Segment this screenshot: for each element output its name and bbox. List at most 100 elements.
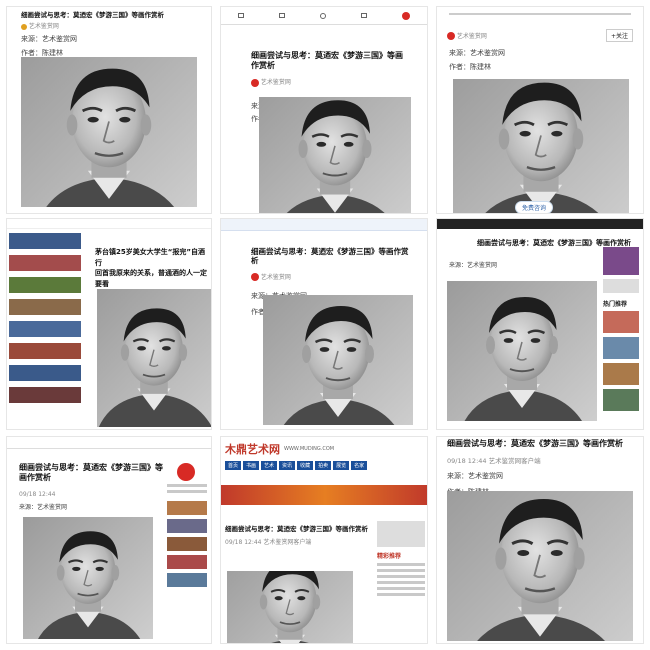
publisher-line: 艺术鉴赏网 [221,268,427,286]
video-icon[interactable] [279,13,286,18]
author-line: 作者：陈建林 [449,63,491,71]
publisher-name[interactable]: 艺术鉴赏网 [29,23,59,30]
news-thumb[interactable] [9,387,81,403]
brand-logo-icon[interactable] [177,462,195,481]
news-thumb[interactable] [167,518,207,533]
news-thumb[interactable] [167,554,207,569]
right-sidebar: 精彩推荐 [377,521,425,599]
divider [377,581,425,584]
nav-link[interactable]: 收藏 [297,461,314,470]
source-line: 来源：艺术鉴赏网 [447,472,503,480]
publisher-name[interactable]: 艺术鉴赏网 [261,79,291,86]
article-title: 细画尝试与思考：莫迺宏《梦游三国》等画作赏析 [225,525,368,533]
divider [377,575,425,578]
divider [167,483,207,487]
sidebar-heading: 热门推荐 [603,301,628,308]
nav-link[interactable]: 拍卖 [315,461,332,470]
site-url: WWW.MUDING.COM [284,446,335,452]
portrait-photo [447,491,633,641]
publisher-line: 艺术鉴赏网 [221,73,427,91]
site-logo[interactable]: 木鼎艺术网 [225,441,280,457]
news-thumb[interactable] [603,337,639,359]
portrait-photo [453,79,629,213]
news-thumb[interactable] [167,500,207,515]
time-line: 09/18 12:44 艺术鉴赏网客户端 [447,457,541,465]
title-line-2: 画作赏析 [19,473,51,482]
promo-line-1: 茅台镇25岁美女大学生“报完”自酒行 [95,248,205,267]
nav-link[interactable]: 艺术 [261,461,278,470]
publisher-avatar [251,78,259,87]
source-line: 来源：艺术鉴赏网 [449,49,505,57]
article-title: 细画尝试与思考：莫迺宏《梦游三国》等画作赏析 [21,11,164,19]
ad-thumb[interactable] [603,279,639,293]
portrait-photo [259,97,411,213]
nav-link[interactable]: 书画 [243,461,260,470]
nav-link[interactable]: 资讯 [279,461,296,470]
news-thumb[interactable] [603,311,639,333]
top-nav [7,219,211,229]
right-sidebar: 热门推荐 [603,247,639,411]
news-thumb[interactable] [9,277,81,293]
portrait-photo [447,281,597,421]
publisher-row: 艺术鉴赏网 +关注 [437,15,643,42]
news-portal-tile-6: 细画尝试与思考：莫迺宏《梦游三国》等画作赏析 来源：艺术鉴赏网 热门推荐 [436,218,644,430]
nav-link[interactable]: 首页 [225,461,242,470]
portrait-photo [97,289,211,427]
time-line: 09/18 12:44 艺术鉴赏网客户端 [225,539,312,546]
banner-ad[interactable] [221,485,427,505]
promo-headline[interactable]: 茅台镇25岁美女大学生“报完”自酒行 回首我原来的关系，普通酒的人一定要看 [95,247,209,289]
publisher-line: 艺术鉴赏网 [7,21,211,30]
right-sidebar [167,461,207,587]
top-nav-bar [437,219,643,229]
article-title: 细画尝试与思考：莫迺宏《梦游三国》等画作赏析 [447,439,623,448]
nav-link[interactable]: 名家 [351,461,368,470]
divider [377,563,425,566]
portrait-photo [23,517,153,639]
news-thumb[interactable] [9,321,81,337]
article-page-tile-9: 细画尝试与思考：莫迺宏《梦游三国》等画作赏析 09/18 12:44 艺术鉴赏网… [436,436,644,644]
news-thumb[interactable] [9,299,81,315]
news-thumb[interactable] [9,365,81,381]
source-line: 来源：艺术鉴赏网 [21,35,77,44]
divider [377,593,425,596]
news-thumb[interactable] [167,536,207,551]
nav-link[interactable]: 展览 [333,461,350,470]
settings-icon[interactable] [319,12,326,19]
site-nav: 首页 书画 艺术 资讯 收藏 拍卖 展览 名家 [221,461,427,470]
news-portal-tile-4: 茅台镇25岁美女大学生“报完”自酒行 回首我原来的关系，普通酒的人一定要看 [6,218,212,430]
article-title: 细画尝试与思考：莫迺宏《梦游三国》等画作赏析 [251,51,403,70]
publisher-name[interactable]: 艺术鉴赏网 [261,274,291,281]
top-nav [7,437,211,449]
brand-logo-icon[interactable] [401,11,410,20]
ad-thumb[interactable] [377,521,425,547]
article-page-tile-3: 艺术鉴赏网 +关注 来源：艺术鉴赏网 作者：陈建林 免费咨询 [436,6,644,214]
portrait-photo [21,57,197,207]
sidebar-heading: 精彩推荐 [377,553,402,560]
portrait-photo [227,571,353,643]
publisher-name[interactable]: 艺术鉴赏网 [457,33,487,40]
mail-icon[interactable] [360,13,367,18]
follow-button[interactable]: +关注 [605,29,633,42]
top-nav [221,219,427,231]
art-site-tile-8: 木鼎艺术网 WWW.MUDING.COM 首页 书画 艺术 资讯 收藏 拍卖 展… [220,436,428,644]
news-thumb[interactable] [9,343,81,359]
news-thumb[interactable] [9,233,81,249]
article-page-tile-5: 细画尝试与思考：莫迺宏《梦游三国》等画作赏析 艺术鉴赏网 来源：艺术鉴赏网 作者… [220,218,428,430]
news-thumb[interactable] [603,363,639,385]
consult-badge[interactable]: 免费咨询 [515,201,554,213]
divider [377,569,425,572]
promo-line-2: 回首我原来的关系，普通酒的人一定要看 [95,269,207,288]
portrait-photo [263,295,413,425]
ad-thumb[interactable] [603,247,639,275]
divider [167,489,207,493]
news-thumb[interactable] [9,255,81,271]
home-icon[interactable] [238,13,245,18]
publisher-avatar [21,23,27,30]
news-thumb[interactable] [603,389,639,411]
news-thumb[interactable] [167,572,207,587]
article-title: 细画尝试与思考：莫迺宏《梦游三国》等画作赏析 [251,247,409,266]
mobile-toolbar [221,7,427,25]
left-news-list [9,233,81,409]
publisher-avatar [251,273,259,282]
publisher-avatar [447,32,455,41]
